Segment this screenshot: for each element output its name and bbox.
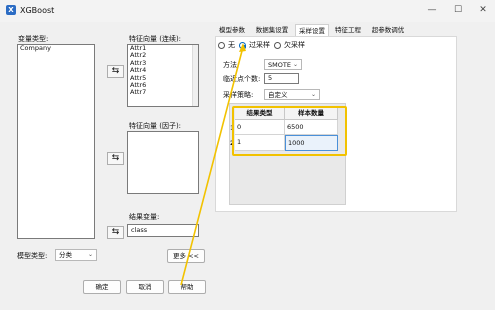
chevron-down-icon: ⌄ xyxy=(87,251,93,258)
radio-none-label: 无 xyxy=(228,41,235,49)
more-button[interactable]: 更多 << xyxy=(167,249,205,263)
tab-hyperparam-tuning[interactable]: 超参数调优 xyxy=(368,24,408,36)
result-field[interactable]: class xyxy=(127,224,199,237)
chevron-down-icon: ⌄ xyxy=(292,61,298,68)
chevron-down-icon: ⌄ xyxy=(310,91,316,98)
strategy-select[interactable]: 自定义 ⌄ xyxy=(264,89,320,100)
ok-button[interactable]: 确定 xyxy=(83,280,121,294)
model-type-label: 模型类型: xyxy=(17,252,48,260)
title-bar xyxy=(0,0,495,22)
swap-icon: ⇆ xyxy=(111,227,120,237)
swap-icon: ⇆ xyxy=(111,66,120,76)
tab-model-params[interactable]: 模型参数 xyxy=(217,24,247,36)
method-select[interactable]: SMOTE ⌄ xyxy=(264,59,302,70)
help-button[interactable]: 帮助 xyxy=(168,280,206,294)
list-item[interactable]: Attr7 xyxy=(128,89,198,97)
neighbors-input[interactable]: 5 xyxy=(264,73,299,84)
radio-none[interactable] xyxy=(218,42,225,49)
model-type-value: 分类 xyxy=(59,251,72,259)
tab-feature-engineering[interactable]: 特征工程 xyxy=(332,24,364,36)
method-value: SMOTE xyxy=(268,61,291,69)
feature-factor-list[interactable] xyxy=(127,131,199,194)
list-item[interactable]: Company xyxy=(18,44,94,52)
feature-factor-label: 特征向量 (因子): xyxy=(129,122,182,130)
swap-continuous-button[interactable]: ⇆ xyxy=(107,65,124,78)
var-type-list[interactable]: Company xyxy=(17,44,95,239)
highlight-box xyxy=(232,106,347,156)
swap-result-button[interactable]: ⇆ xyxy=(107,226,124,239)
app-icon: X xyxy=(6,5,16,15)
model-type-select[interactable]: 分类 ⌄ xyxy=(55,249,97,261)
minimize-button[interactable]: — xyxy=(425,4,439,16)
maximize-button[interactable]: ☐ xyxy=(451,4,465,16)
feature-continuous-label: 特征向量 (连续): xyxy=(129,35,182,43)
feature-continuous-list[interactable]: Attr1 Attr2 Attr3 Attr4 Attr5 Attr6 Attr… xyxy=(127,44,199,107)
swap-icon: ⇆ xyxy=(111,153,120,163)
strategy-value: 自定义 xyxy=(268,91,288,99)
radio-undersample-label: 欠采样 xyxy=(284,41,305,49)
radio-oversample[interactable] xyxy=(239,42,246,49)
radio-oversample-label: 过采样 xyxy=(249,41,270,49)
radio-undersample[interactable] xyxy=(274,42,281,49)
neighbors-label: 临近点个数: xyxy=(223,75,261,83)
var-type-label: 变量类型: xyxy=(18,35,49,43)
list-scrollbar[interactable] xyxy=(192,45,198,106)
swap-factor-button[interactable]: ⇆ xyxy=(107,152,124,165)
close-button[interactable]: ✕ xyxy=(476,4,490,16)
method-label: 方法: xyxy=(223,61,240,69)
result-label: 结果变量: xyxy=(129,213,160,221)
strategy-label: 采样策略: xyxy=(223,91,254,99)
tab-dataset-settings[interactable]: 数据集设置 xyxy=(252,24,292,36)
window-title: XGBoost xyxy=(20,6,55,15)
cancel-button[interactable]: 取消 xyxy=(126,280,164,294)
